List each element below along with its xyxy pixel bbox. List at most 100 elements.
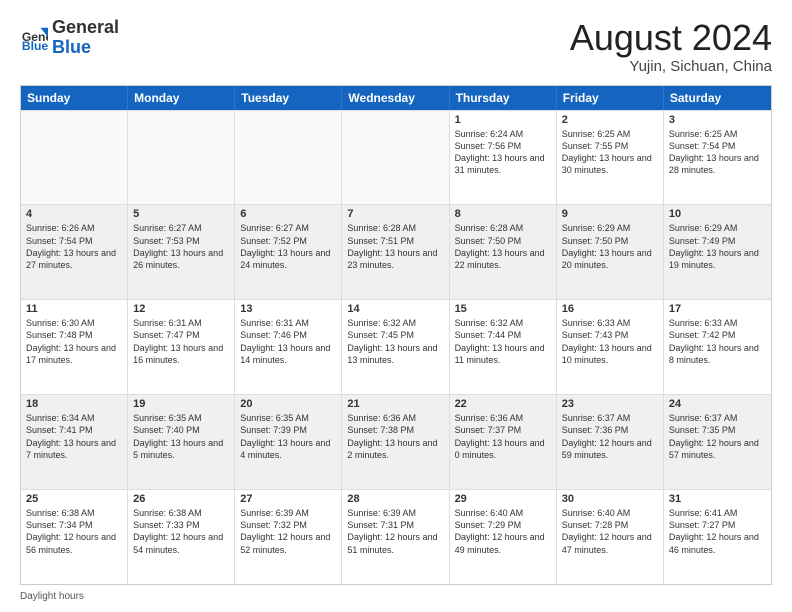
cell-info: Sunrise: 6:28 AM Sunset: 7:51 PM Dayligh…: [347, 222, 443, 271]
day-header-saturday: Saturday: [664, 86, 771, 110]
cal-cell: [128, 111, 235, 205]
cell-info: Sunrise: 6:29 AM Sunset: 7:49 PM Dayligh…: [669, 222, 766, 271]
cal-cell: 20 Sunrise: 6:35 AM Sunset: 7:39 PM Dayli…: [235, 395, 342, 489]
daylight-label: Daylight hours: [20, 591, 84, 602]
cell-info: Sunrise: 6:41 AM Sunset: 7:27 PM Dayligh…: [669, 507, 766, 556]
cal-cell: 5 Sunrise: 6:27 AM Sunset: 7:53 PM Daylig…: [128, 205, 235, 299]
calendar-row-2: 4 Sunrise: 6:26 AM Sunset: 7:54 PM Daylig…: [21, 204, 771, 299]
logo-text: General Blue: [52, 18, 119, 58]
day-number: 5: [133, 208, 229, 220]
cal-cell: 27Sunrise: 6:39 AM Sunset: 7:32 PM Dayli…: [235, 490, 342, 584]
cal-cell: 28Sunrise: 6:39 AM Sunset: 7:31 PM Dayli…: [342, 490, 449, 584]
cell-info: Sunrise: 6:38 AM Sunset: 7:34 PM Dayligh…: [26, 507, 122, 556]
day-number: 1: [455, 114, 551, 126]
cal-cell: 11 Sunrise: 6:30 AM Sunset: 7:48 PM Dayli…: [21, 300, 128, 394]
cell-info: Sunrise: 6:30 AM Sunset: 7:48 PM Dayligh…: [26, 317, 122, 366]
cal-cell: 3 Sunrise: 6:25 AM Sunset: 7:54 PM Daylig…: [664, 111, 771, 205]
cal-cell: 24 Sunrise: 6:37 AM Sunset: 7:35 PM Dayli…: [664, 395, 771, 489]
logo: General Blue General Blue: [20, 18, 119, 58]
calendar-row-3: 11 Sunrise: 6:30 AM Sunset: 7:48 PM Dayli…: [21, 299, 771, 394]
cell-info: Sunrise: 6:29 AM Sunset: 7:50 PM Dayligh…: [562, 222, 658, 271]
day-number: 19: [133, 398, 229, 410]
day-number: 22: [455, 398, 551, 410]
calendar-row-5: 25 Sunrise: 6:38 AM Sunset: 7:34 PM Dayli…: [21, 489, 771, 584]
cal-cell: 23 Sunrise: 6:37 AM Sunset: 7:36 PM Dayli…: [557, 395, 664, 489]
cal-cell: 9Sunrise: 6:29 AM Sunset: 7:50 PM Daylig…: [557, 205, 664, 299]
day-number: 25: [26, 493, 122, 505]
day-number: 17: [669, 303, 766, 315]
cell-info: Sunrise: 6:33 AM Sunset: 7:42 PM Dayligh…: [669, 317, 766, 366]
day-header-friday: Friday: [557, 86, 664, 110]
day-number: 15: [455, 303, 551, 315]
cell-info: Sunrise: 6:35 AM Sunset: 7:40 PM Dayligh…: [133, 412, 229, 461]
cal-cell: 16Sunrise: 6:33 AM Sunset: 7:43 PM Dayli…: [557, 300, 664, 394]
cell-info: Sunrise: 6:26 AM Sunset: 7:54 PM Dayligh…: [26, 222, 122, 271]
day-header-thursday: Thursday: [450, 86, 557, 110]
month-title: August 2024: [570, 18, 772, 58]
day-number: 20: [240, 398, 336, 410]
cal-cell: 22 Sunrise: 6:36 AM Sunset: 7:37 PM Dayli…: [450, 395, 557, 489]
day-header-wednesday: Wednesday: [342, 86, 449, 110]
cell-info: Sunrise: 6:37 AM Sunset: 7:35 PM Dayligh…: [669, 412, 766, 461]
cal-cell: 18Sunrise: 6:34 AM Sunset: 7:41 PM Dayli…: [21, 395, 128, 489]
cal-cell: 13 Sunrise: 6:31 AM Sunset: 7:46 PM Dayli…: [235, 300, 342, 394]
logo-icon: General Blue: [20, 24, 48, 52]
cell-info: Sunrise: 6:39 AM Sunset: 7:31 PM Dayligh…: [347, 507, 443, 556]
cell-info: Sunrise: 6:35 AM Sunset: 7:39 PM Dayligh…: [240, 412, 336, 461]
day-number: 4: [26, 208, 122, 220]
title-area: August 2024 Yujin, Sichuan, China: [570, 18, 772, 75]
cell-info: Sunrise: 6:40 AM Sunset: 7:28 PM Dayligh…: [562, 507, 658, 556]
cell-info: Sunrise: 6:25 AM Sunset: 7:54 PM Dayligh…: [669, 128, 766, 177]
cal-cell: 8Sunrise: 6:28 AM Sunset: 7:50 PM Daylig…: [450, 205, 557, 299]
location-subtitle: Yujin, Sichuan, China: [570, 58, 772, 75]
cell-info: Sunrise: 6:40 AM Sunset: 7:29 PM Dayligh…: [455, 507, 551, 556]
day-number: 24: [669, 398, 766, 410]
cal-cell: 1Sunrise: 6:24 AM Sunset: 7:56 PM Daylig…: [450, 111, 557, 205]
day-number: 7: [347, 208, 443, 220]
day-number: 8: [455, 208, 551, 220]
cal-cell: [342, 111, 449, 205]
cell-info: Sunrise: 6:34 AM Sunset: 7:41 PM Dayligh…: [26, 412, 122, 461]
calendar-row-4: 18Sunrise: 6:34 AM Sunset: 7:41 PM Dayli…: [21, 394, 771, 489]
cell-info: Sunrise: 6:27 AM Sunset: 7:52 PM Dayligh…: [240, 222, 336, 271]
day-header-sunday: Sunday: [21, 86, 128, 110]
day-number: 31: [669, 493, 766, 505]
day-number: 30: [562, 493, 658, 505]
cal-cell: 19 Sunrise: 6:35 AM Sunset: 7:40 PM Dayli…: [128, 395, 235, 489]
day-number: 13: [240, 303, 336, 315]
cal-cell: [21, 111, 128, 205]
calendar-header-row: SundayMondayTuesdayWednesdayThursdayFrid…: [21, 86, 771, 110]
day-number: 6: [240, 208, 336, 220]
day-number: 11: [26, 303, 122, 315]
day-number: 3: [669, 114, 766, 126]
day-header-tuesday: Tuesday: [235, 86, 342, 110]
day-number: 23: [562, 398, 658, 410]
day-number: 21: [347, 398, 443, 410]
day-number: 10: [669, 208, 766, 220]
cal-cell: 4 Sunrise: 6:26 AM Sunset: 7:54 PM Daylig…: [21, 205, 128, 299]
cal-cell: 15 Sunrise: 6:32 AM Sunset: 7:44 PM Dayli…: [450, 300, 557, 394]
cell-info: Sunrise: 6:31 AM Sunset: 7:47 PM Dayligh…: [133, 317, 229, 366]
cal-cell: 25 Sunrise: 6:38 AM Sunset: 7:34 PM Dayli…: [21, 490, 128, 584]
cell-info: Sunrise: 6:25 AM Sunset: 7:55 PM Dayligh…: [562, 128, 658, 177]
footer: Daylight hours: [20, 591, 772, 602]
cell-info: Sunrise: 6:27 AM Sunset: 7:53 PM Dayligh…: [133, 222, 229, 271]
day-number: 12: [133, 303, 229, 315]
cell-info: Sunrise: 6:37 AM Sunset: 7:36 PM Dayligh…: [562, 412, 658, 461]
cell-info: Sunrise: 6:39 AM Sunset: 7:32 PM Dayligh…: [240, 507, 336, 556]
cal-cell: 29 Sunrise: 6:40 AM Sunset: 7:29 PM Dayli…: [450, 490, 557, 584]
cell-info: Sunrise: 6:32 AM Sunset: 7:44 PM Dayligh…: [455, 317, 551, 366]
cal-cell: 26Sunrise: 6:38 AM Sunset: 7:33 PM Dayli…: [128, 490, 235, 584]
cell-info: Sunrise: 6:31 AM Sunset: 7:46 PM Dayligh…: [240, 317, 336, 366]
svg-text:Blue: Blue: [22, 39, 48, 52]
calendar: SundayMondayTuesdayWednesdayThursdayFrid…: [20, 85, 772, 585]
cell-info: Sunrise: 6:32 AM Sunset: 7:45 PM Dayligh…: [347, 317, 443, 366]
day-header-monday: Monday: [128, 86, 235, 110]
cal-cell: 6 Sunrise: 6:27 AM Sunset: 7:52 PM Daylig…: [235, 205, 342, 299]
calendar-body: 1Sunrise: 6:24 AM Sunset: 7:56 PM Daylig…: [21, 110, 771, 584]
cell-info: Sunrise: 6:33 AM Sunset: 7:43 PM Dayligh…: [562, 317, 658, 366]
cal-cell: 30 Sunrise: 6:40 AM Sunset: 7:28 PM Dayli…: [557, 490, 664, 584]
day-number: 29: [455, 493, 551, 505]
calendar-row-1: 1Sunrise: 6:24 AM Sunset: 7:56 PM Daylig…: [21, 110, 771, 205]
cell-info: Sunrise: 6:36 AM Sunset: 7:37 PM Dayligh…: [455, 412, 551, 461]
